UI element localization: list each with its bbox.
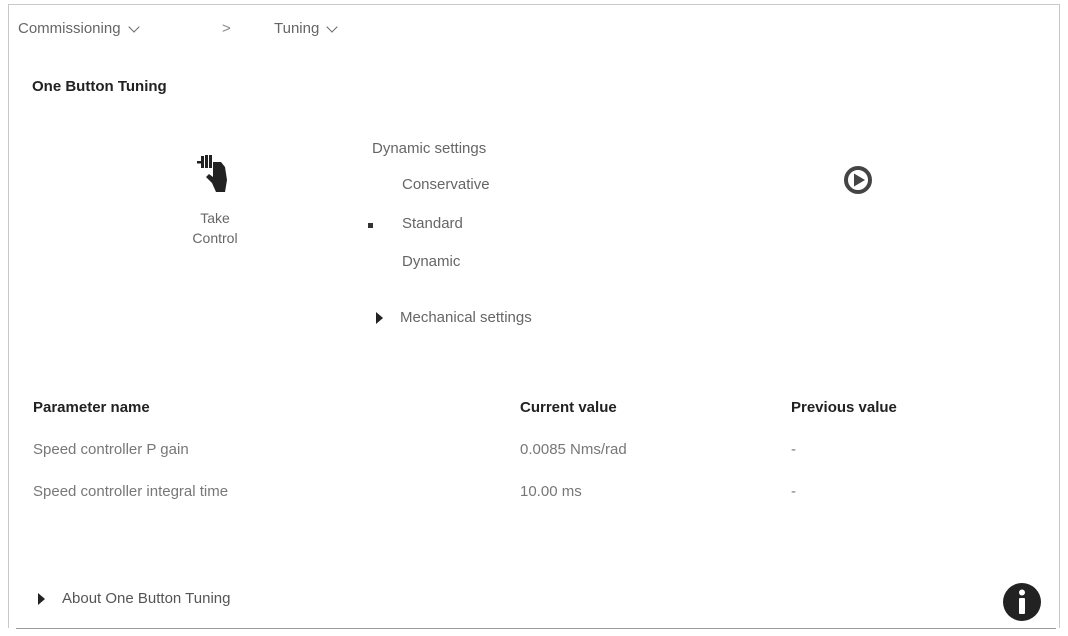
mechanical-settings-toggle[interactable]: Mechanical settings (400, 309, 532, 326)
hand-pointer-icon (197, 155, 227, 192)
row-1-current: 0.0085 Nms/rad (520, 441, 627, 458)
expand-triangle-icon[interactable] (376, 312, 383, 324)
divider (16, 628, 1056, 629)
row-1-previous: - (791, 441, 796, 458)
option-dynamic[interactable]: Dynamic (402, 253, 460, 270)
play-circle-icon[interactable] (841, 163, 875, 197)
panel-frame (8, 4, 1060, 628)
option-conservative[interactable]: Conservative (402, 176, 490, 193)
take-control-label: Take Control (192, 210, 238, 246)
about-toggle[interactable]: About One Button Tuning (62, 590, 230, 607)
page-title: One Button Tuning (32, 78, 167, 95)
row-1-parameter: Speed controller P gain (33, 441, 189, 458)
row-2-previous: - (791, 483, 796, 500)
breadcrumb-commissioning-label: Commissioning (18, 20, 121, 37)
breadcrumb-commissioning[interactable]: Commissioning (18, 20, 140, 37)
chevron-down-icon (127, 20, 140, 33)
take-control-button[interactable]: Take Control (160, 150, 270, 248)
header-current-value: Current value (520, 399, 617, 416)
header-parameter-name: Parameter name (33, 399, 150, 416)
breadcrumb-tuning[interactable]: Tuning (274, 20, 338, 37)
info-circle-icon[interactable] (1002, 582, 1042, 622)
option-standard[interactable]: Standard (402, 215, 463, 232)
row-2-parameter: Speed controller integral time (33, 483, 229, 500)
breadcrumb-separator: > (222, 20, 231, 37)
row-2-current: 10.00 ms (520, 483, 582, 500)
chevron-down-icon (326, 20, 338, 33)
selected-bullet (368, 223, 373, 228)
header-previous-value: Previous value (791, 399, 897, 416)
dynamic-settings-title: Dynamic settings (372, 140, 487, 157)
breadcrumb-tuning-label: Tuning (274, 20, 320, 37)
expand-triangle-icon[interactable] (38, 593, 45, 605)
